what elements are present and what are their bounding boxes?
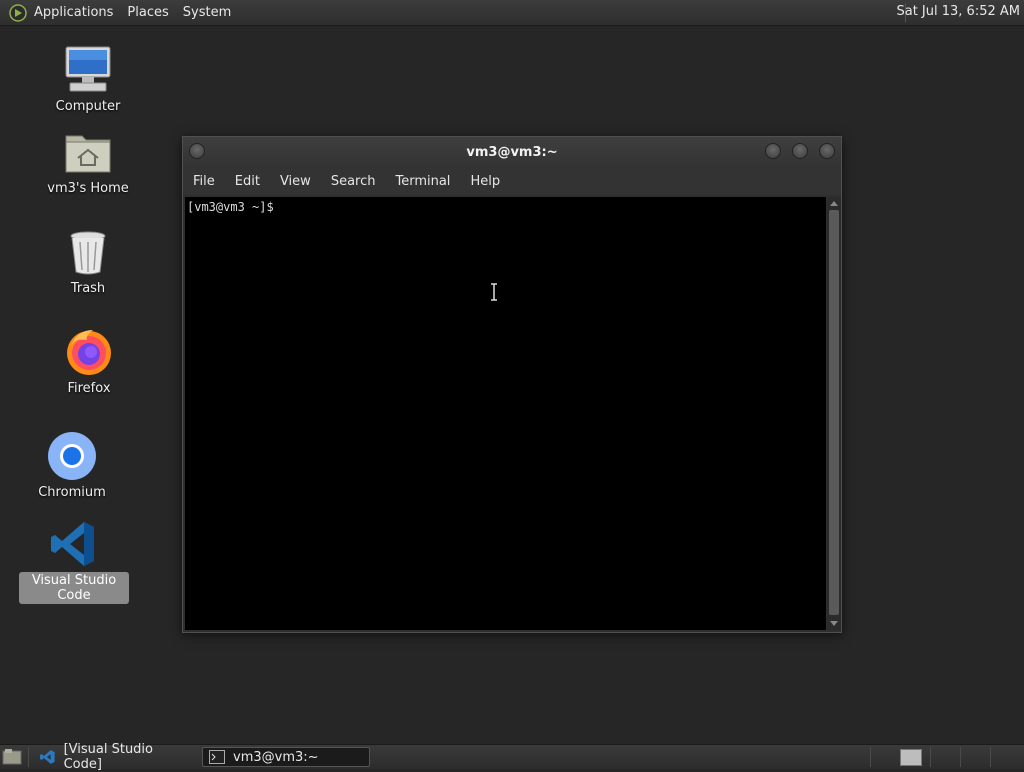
- home-folder-icon: [65, 135, 111, 173]
- panel-separator: [870, 747, 871, 767]
- desktop-icon-trash[interactable]: Trash: [33, 226, 143, 297]
- close-icon[interactable]: [819, 143, 835, 159]
- panel-separator: [990, 747, 991, 767]
- shell-prompt: [vm3@vm3 ~]$: [187, 200, 274, 214]
- show-desktop-icon[interactable]: [2, 748, 22, 766]
- trash-icon: [70, 231, 106, 275]
- places-menu[interactable]: Places: [127, 5, 168, 20]
- bottom-panel: [Visual Studio Code] vm3@vm3:~: [0, 742, 1024, 772]
- window-title: vm3@vm3:~: [466, 144, 558, 160]
- menu-edit[interactable]: Edit: [235, 174, 260, 189]
- applications-menu[interactable]: Applications: [34, 5, 113, 20]
- workspace-switcher[interactable]: [900, 749, 922, 766]
- taskbar-item-vscode[interactable]: [Visual Studio Code]: [34, 742, 198, 772]
- desktop-icon-label: Chromium: [38, 485, 106, 500]
- taskbar-item-label: vm3@vm3:~: [233, 749, 319, 765]
- top-panel: Applications Places System Sat Jul 13, 6…: [0, 0, 1024, 26]
- panel-separator: [28, 747, 29, 767]
- menu-search[interactable]: Search: [331, 174, 376, 189]
- clock[interactable]: Sat Jul 13, 6:52 AM: [896, 4, 1020, 19]
- minimize-icon[interactable]: [765, 143, 781, 159]
- desktop-icon-home[interactable]: vm3's Home: [33, 126, 143, 197]
- terminal-window[interactable]: vm3@vm3:~ File Edit View Search Terminal…: [182, 136, 842, 633]
- scroll-down-icon[interactable]: [830, 621, 838, 626]
- desktop-icon-label: vm3's Home: [47, 181, 129, 196]
- panel-separator: [960, 747, 961, 767]
- computer-icon: [65, 46, 111, 92]
- taskbar-item-terminal[interactable]: vm3@vm3:~: [202, 747, 370, 767]
- desktop-icon-firefox[interactable]: Firefox: [34, 326, 144, 397]
- firefox-icon: [67, 330, 111, 375]
- chromium-icon: [48, 432, 96, 480]
- desktop-icon-computer[interactable]: Computer: [33, 44, 143, 115]
- menu-file[interactable]: File: [193, 174, 215, 189]
- text-cursor-icon: [491, 283, 497, 301]
- desktop-icon-label: Computer: [55, 99, 121, 114]
- terminal-scrollbar[interactable]: [827, 197, 841, 630]
- maximize-icon[interactable]: [792, 143, 808, 159]
- terminal-menubar: File Edit View Search Terminal Help: [183, 167, 841, 195]
- desktop-icon-chromium[interactable]: Chromium: [17, 430, 127, 501]
- vscode-icon: [40, 750, 55, 764]
- panel-separator: [930, 747, 931, 767]
- desktop-icon-vscode[interactable]: Visual Studio Code: [19, 518, 129, 604]
- menu-help[interactable]: Help: [470, 174, 500, 189]
- menu-terminal[interactable]: Terminal: [395, 174, 450, 189]
- terminal-icon: [209, 750, 225, 764]
- desktop-icon-label: Trash: [70, 281, 106, 296]
- terminal-output[interactable]: [vm3@vm3 ~]$: [185, 197, 826, 630]
- scrollbar-thumb[interactable]: [829, 210, 839, 615]
- menu-view[interactable]: View: [280, 174, 311, 189]
- scroll-up-icon[interactable]: [830, 201, 838, 206]
- vscode-icon: [51, 522, 94, 566]
- system-menu-logo-icon[interactable]: [8, 3, 28, 23]
- terminal-titlebar[interactable]: vm3@vm3:~: [183, 137, 841, 167]
- desktop-icon-label: Firefox: [67, 381, 111, 396]
- window-menu-icon[interactable]: [189, 143, 205, 159]
- system-menu[interactable]: System: [183, 5, 231, 20]
- desktop-icon-label: Visual Studio Code: [19, 572, 129, 604]
